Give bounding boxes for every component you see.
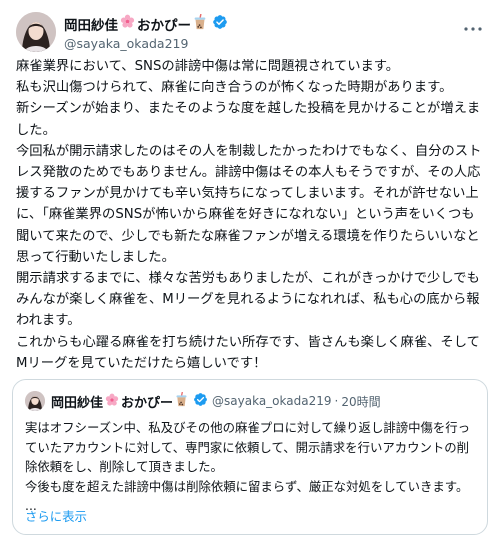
quoted-post-header: 岡田紗佳 おかぴー @sayaka_okada219 · 20時間 [25,390,475,412]
cherry-blossom-icon [120,14,135,33]
quoted-author-name: 岡田紗佳 [51,395,104,411]
quoted-avatar [25,391,45,411]
verified-badge-icon [212,14,228,34]
avatar[interactable] [16,12,56,52]
post-paragraph: 今回私が開示請求したのはその人を制裁したかったわけでもなく、自分のストレス発散の… [16,143,482,265]
author-name-row[interactable]: 岡田紗佳 おかぴー [64,13,228,34]
verified-badge-icon [193,392,208,411]
post-paragraph: これからも心躍る麻雀を打ち続けたい所存です、皆さんも楽しく麻雀、そしてMリーグを… [16,334,480,371]
cherry-blossom-icon [105,392,119,411]
post-text: 麻雀業界において、SNSの誹謗中傷は常に問題視されています。 私も沢山傷つけられ… [16,56,486,374]
quoted-author-handle: @sayaka_okada219 [212,394,332,408]
author-handle[interactable]: @sayaka_okada219 [64,36,228,52]
show-more-link[interactable]: さらに表示 [25,507,87,525]
author-block: 岡田紗佳 おかぴー @sayaka_okada219 [64,13,228,52]
quoted-post-text: 実はオフシーズン中、私及びその他の麻雀プロに対して繰り返し誹謗中傷を行っていたア… [25,418,477,516]
bubble-tea-icon [175,391,188,411]
quoted-paragraph: 今後も度を超えた誹謗中傷は削除依頼に留まらず、厳正な対処をしていきます。 [25,478,469,494]
quoted-author-suffix: おかぴー [121,395,174,411]
separator-dot: · [334,394,339,408]
more-icon[interactable] [462,18,484,40]
post-paragraph: 私も沢山傷つけられて、麻雀に向き合うのが怖くなった時期があります。 [16,80,453,96]
author-suffix[interactable]: おかぴー [137,14,191,34]
quoted-post[interactable]: 岡田紗佳 おかぴー @sayaka_okada219 · 20時間 実はオフシー… [12,379,488,535]
post-header: 岡田紗佳 おかぴー @sayaka_okada219 [16,12,484,52]
post-paragraph: 開示請求するまでに、様々な苦労もありましたが、これがきっかけで少しでもみんなが楽… [16,271,480,329]
bubble-tea-icon [193,13,207,34]
avatar-image [16,12,56,52]
quoted-timestamp[interactable]: 20時間 [341,393,380,410]
author-name[interactable]: 岡田紗佳 [64,14,118,34]
post-paragraph: 麻雀業界において、SNSの誹謗中傷は常に問題視されています。 [16,59,400,74]
quoted-ellipsis: ... [25,498,37,513]
quoted-paragraph: 実はオフシーズン中、私及びその他の麻雀プロに対して繰り返し誹謗中傷を行っていたア… [25,420,471,474]
quoted-avatar-image [25,391,45,411]
post-paragraph: 新シーズンが始まり、またそのような度を越した投稿を見かけることが増えました。 [16,101,481,138]
